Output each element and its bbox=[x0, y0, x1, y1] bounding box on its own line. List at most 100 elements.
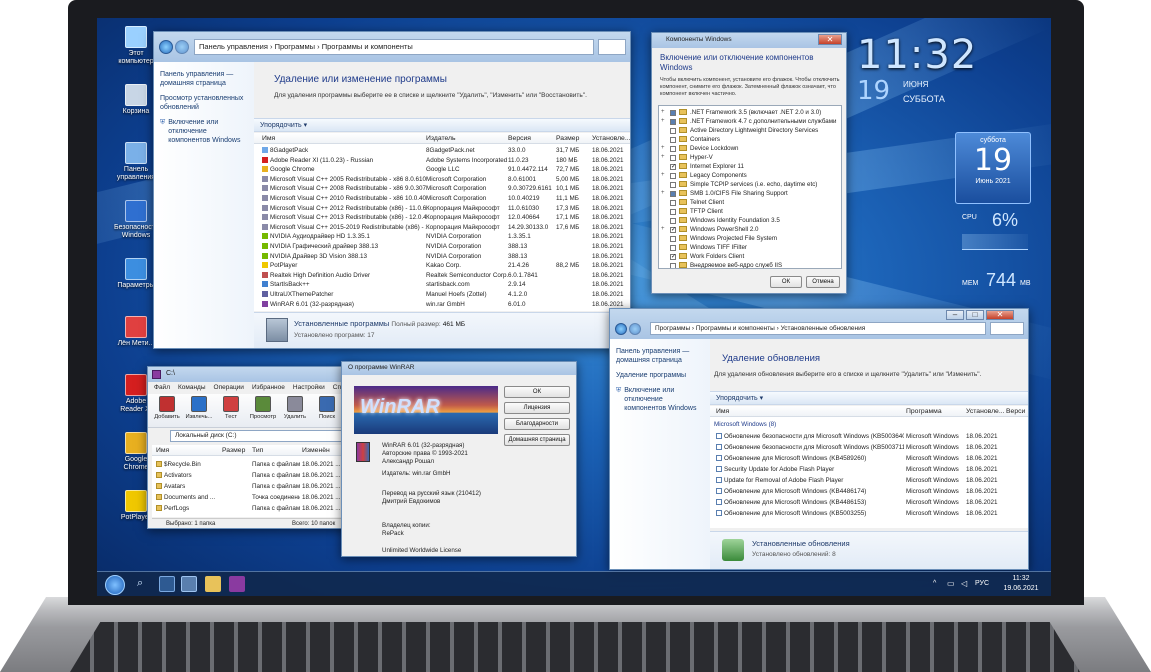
table-row[interactable]: PotPlayer Kakao Corp. 21.4.26 88,2 МБ 18.06.… bbox=[254, 261, 630, 271]
minimize-button[interactable]: – bbox=[946, 310, 964, 320]
sidebar-link-updates[interactable]: Просмотр установленных обновлений bbox=[160, 94, 248, 112]
search-icon[interactable]: ⌕ bbox=[137, 577, 143, 590]
about-homepage-button[interactable]: Домашняя страница bbox=[504, 434, 570, 446]
start-button[interactable] bbox=[105, 575, 125, 595]
file-row[interactable]: Documents and ... Точка соединения 18.06.2… bbox=[152, 492, 350, 503]
taskbar-explorer-icon[interactable] bbox=[205, 576, 221, 592]
winrar-window[interactable]: C:\ Файл Команды Операции Избранное Настройк… bbox=[147, 366, 358, 529]
feature-checkbox[interactable] bbox=[670, 154, 676, 161]
toolbar-button[interactable]: Удалить bbox=[280, 396, 310, 420]
table-row[interactable]: Обновление для Microsoft Windows (KB4486… bbox=[710, 486, 1028, 497]
updates-close-button[interactable]: ✕ bbox=[986, 310, 1014, 320]
table-row[interactable]: Microsoft Visual C++ 2015-2019 Redistrib… bbox=[254, 223, 630, 233]
feature-item[interactable]: ✓ Work Folders Client bbox=[661, 252, 839, 261]
expand-toggle[interactable]: + bbox=[661, 225, 665, 234]
feature-item[interactable]: Windows TIFF IFilter bbox=[661, 243, 839, 252]
toolbar-button[interactable]: Тест bbox=[216, 396, 246, 420]
updates-link-home[interactable]: Панель управления — домашняя страница bbox=[616, 347, 704, 365]
about-dialog[interactable]: О программе WinRAR WinRAR WinRAR 6.01 (3… bbox=[341, 361, 577, 557]
table-row[interactable]: Update for Removal of Adobe Flash Player… bbox=[710, 475, 1028, 486]
programs-list[interactable]: Имя Издатель Версия Размер Установле... 8Gadg… bbox=[254, 133, 630, 311]
toolbar-button[interactable]: Поиск bbox=[312, 396, 342, 420]
column-header[interactable]: Верси bbox=[1006, 406, 1028, 417]
file-row[interactable]: $Recycle.Bin Папка с файлами 18.06.2021 ..… bbox=[152, 459, 350, 470]
taskbar-clock[interactable]: 11:32 19.06.2021 bbox=[995, 574, 1047, 594]
feature-item[interactable]: TFTP Client bbox=[661, 207, 839, 216]
feature-item[interactable]: + .NET Framework 3.5 (включает .NET 2.0 и… bbox=[661, 108, 839, 117]
feature-item[interactable]: + Legacy Components bbox=[661, 171, 839, 180]
column-header[interactable]: Тип bbox=[252, 445, 300, 456]
feature-checkbox[interactable] bbox=[670, 109, 676, 116]
feature-item[interactable]: Telnet Client bbox=[661, 198, 839, 207]
taskbar-control-panel-icon[interactable] bbox=[181, 576, 197, 592]
features-dialog[interactable]: Компоненты Windows ✕ Включение или отклю… bbox=[651, 32, 847, 294]
feature-item[interactable]: + .NET Framework 4.7 с дополнительными сл… bbox=[661, 117, 839, 126]
network-icon[interactable]: ▭ bbox=[947, 579, 955, 588]
features-close-button[interactable]: ✕ bbox=[818, 34, 842, 45]
update-group-header[interactable]: Microsoft Windows (8) bbox=[710, 420, 1028, 430]
updates-window[interactable]: – □ ✕ Программы › Программы и компоненты… bbox=[609, 308, 1029, 570]
table-row[interactable]: Realtek High Definition Audio Driver Real… bbox=[254, 271, 630, 281]
taskbar-winrar-icon[interactable] bbox=[229, 576, 245, 592]
organize-button[interactable]: Упорядочить ▾ bbox=[260, 122, 307, 129]
updates-organize-button[interactable]: Упорядочить ▾ bbox=[716, 395, 763, 402]
table-row[interactable]: Google Chrome Google LLC 91.0.4472.114 72,7… bbox=[254, 165, 630, 175]
updates-search-box[interactable] bbox=[990, 322, 1024, 335]
column-header[interactable]: Версия bbox=[508, 133, 556, 144]
forward-button[interactable] bbox=[175, 40, 189, 54]
table-row[interactable]: Adobe Reader XI (11.0.23) - Russian Adobe… bbox=[254, 156, 630, 166]
feature-checkbox[interactable]: ✓ bbox=[670, 226, 676, 233]
column-header[interactable]: Установле... bbox=[966, 406, 1006, 417]
feature-checkbox[interactable] bbox=[670, 181, 676, 188]
feature-item[interactable]: ✓ Internet Explorer 11 bbox=[661, 162, 839, 171]
column-header[interactable]: Программа bbox=[906, 406, 964, 417]
language-indicator[interactable]: РУС bbox=[975, 580, 989, 587]
expand-toggle[interactable]: + bbox=[661, 153, 665, 162]
column-header[interactable]: Имя bbox=[262, 133, 426, 144]
feature-item[interactable]: + Hyper-V bbox=[661, 153, 839, 162]
table-row[interactable]: Microsoft Visual C++ 2012 Redistributabl… bbox=[254, 204, 630, 214]
maximize-button[interactable]: □ bbox=[966, 310, 984, 320]
winrar-file-list[interactable]: Имя Размер Тип Изменён $Recycle.Bin Папка с ф… bbox=[152, 445, 350, 517]
table-row[interactable]: WinRAR 6.01 (32-разрядная) win.rar GmbH 6.… bbox=[254, 300, 630, 310]
feature-checkbox[interactable] bbox=[670, 190, 676, 197]
column-header[interactable]: Имя bbox=[156, 445, 220, 456]
updates-link-uninstall[interactable]: Удаление программы bbox=[616, 371, 704, 380]
table-row[interactable]: Обновление для Microsoft Windows (KB4589… bbox=[710, 453, 1028, 464]
features-cancel-button[interactable]: Отмена bbox=[806, 276, 840, 288]
sidebar-link-features[interactable]: ⛨ Включение или отключение компонентов Wi… bbox=[160, 118, 248, 145]
table-row[interactable]: Microsoft Visual C++ 2008 Redistributabl… bbox=[254, 184, 630, 194]
table-row[interactable]: StartIsBack++ startisback.com 2.9.14 18.06.… bbox=[254, 280, 630, 290]
programs-window[interactable]: Панель управления › Программы › Программ… bbox=[153, 31, 631, 349]
feature-checkbox[interactable] bbox=[670, 199, 676, 206]
desktop-icon[interactable]: Лён Мети... bbox=[114, 316, 158, 348]
desktop-icon[interactable]: Этот компьютер bbox=[114, 26, 158, 66]
table-row[interactable]: NVIDIA Графический драйвер 388.13 NVIDIA … bbox=[254, 242, 630, 252]
desktop-icon[interactable]: Параметры bbox=[114, 258, 158, 290]
feature-checkbox[interactable] bbox=[670, 118, 676, 125]
feature-item[interactable]: Active Directory Lightweight Directory S… bbox=[661, 126, 839, 135]
column-header[interactable]: Имя bbox=[716, 406, 904, 417]
feature-checkbox[interactable] bbox=[670, 235, 676, 242]
table-row[interactable]: 8GadgetPack 8GadgetPack.net 33.0.0 31,7 МБ 1… bbox=[254, 146, 630, 156]
menu-item[interactable]: Команды bbox=[178, 384, 206, 391]
table-row[interactable]: Обновление для Microsoft Windows (KB5003… bbox=[710, 508, 1028, 519]
table-row[interactable]: NVIDIA Аудиодрайвер HD 1.3.35.1 NVIDIA Co… bbox=[254, 232, 630, 242]
table-row[interactable]: Microsoft Visual C++ 2013 Redistributabl… bbox=[254, 213, 630, 223]
feature-item[interactable]: Containers bbox=[661, 135, 839, 144]
column-header[interactable]: Издатель bbox=[426, 133, 508, 144]
feature-item[interactable]: Simple TCPIP services (i.e. echo, daytim… bbox=[661, 180, 839, 189]
toolbar-button[interactable]: Добавить bbox=[152, 396, 182, 420]
table-row[interactable]: Security Update for Adobe Flash Player Mi… bbox=[710, 464, 1028, 475]
tray-chevron-icon[interactable]: ^ bbox=[933, 580, 936, 587]
menu-item[interactable]: Операции bbox=[214, 384, 244, 391]
table-row[interactable]: Обновление безопасности для Microsoft Wi… bbox=[710, 431, 1028, 442]
feature-checkbox[interactable]: ✓ bbox=[670, 253, 676, 260]
feature-checkbox[interactable] bbox=[670, 217, 676, 224]
updates-list[interactable]: Имя Программа Установле... Верси Microsoft W… bbox=[710, 406, 1028, 528]
back-button[interactable] bbox=[159, 40, 173, 54]
expand-toggle[interactable]: + bbox=[661, 144, 665, 153]
menu-item[interactable]: Файл bbox=[154, 384, 170, 391]
table-row[interactable]: Обновление безопасности для Microsoft Wi… bbox=[710, 442, 1028, 453]
feature-checkbox[interactable] bbox=[670, 262, 676, 268]
